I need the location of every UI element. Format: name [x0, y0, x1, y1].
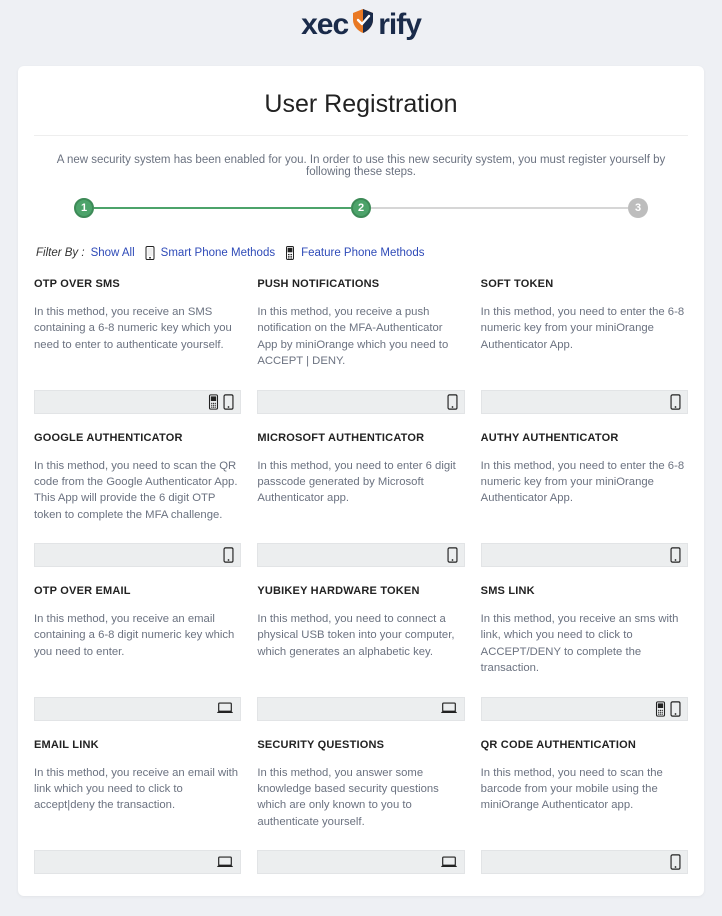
method-icons — [34, 697, 241, 721]
smartphone-icon — [223, 547, 234, 563]
method-desc: In this method, you receive an SMS conta… — [34, 304, 241, 362]
method-desc: In this method, you receive an email con… — [34, 611, 241, 669]
method-authy-authenticator[interactable]: AUTHY AUTHENTICATOR In this method, you … — [481, 432, 688, 524]
method-desc: In this method, you need to scan the QR … — [34, 458, 241, 524]
method-icons — [481, 543, 688, 567]
feature-phone-icon — [285, 246, 295, 260]
logo: xec rify — [301, 8, 421, 42]
filter-bar: Filter By : Show All Smart Phone Methods… — [34, 242, 688, 278]
method-yubikey-hardware-token[interactable]: YUBIKEY HARDWARE TOKEN In this method, y… — [257, 585, 464, 677]
method-title: SOFT TOKEN — [481, 278, 688, 290]
stepbar-1-2 — [94, 207, 351, 209]
instructions-text: A new security system has been enabled f… — [34, 136, 688, 194]
methods-grid: OTP OVER SMS In this method, you receive… — [34, 278, 688, 886]
method-title: AUTHY AUTHENTICATOR — [481, 432, 688, 444]
method-title: OTP OVER EMAIL — [34, 585, 241, 597]
method-soft-token[interactable]: SOFT TOKEN In this method, you need to e… — [481, 278, 688, 370]
logo-text-left: xec — [301, 8, 348, 42]
stepbar-2-3 — [371, 207, 628, 209]
laptop-icon — [216, 856, 234, 869]
method-desc: In this method, you receive an sms with … — [481, 611, 688, 677]
method-email-link[interactable]: EMAIL LINK In this method, you receive a… — [34, 739, 241, 831]
shield-icon — [351, 8, 375, 42]
method-otp-over-sms[interactable]: OTP OVER SMS In this method, you receive… — [34, 278, 241, 370]
registration-panel: User Registration A new security system … — [18, 66, 704, 896]
step-3: 3 — [628, 198, 648, 218]
smartphone-icon — [670, 547, 681, 563]
method-desc: In this method, you receive a push notif… — [257, 304, 464, 370]
method-title: PUSH NOTIFICATIONS — [257, 278, 464, 290]
step-2: 2 — [351, 198, 371, 218]
method-icons — [481, 390, 688, 414]
method-icons — [257, 850, 464, 874]
smartphone-icon — [670, 394, 681, 410]
method-icons — [257, 543, 464, 567]
smartphone-icon — [670, 854, 681, 870]
method-title: YUBIKEY HARDWARE TOKEN — [257, 585, 464, 597]
page-title: User Registration — [34, 90, 688, 136]
logo-area: xec rify — [0, 0, 722, 66]
laptop-icon — [440, 702, 458, 715]
method-icons — [481, 850, 688, 874]
method-title: SECURITY QUESTIONS — [257, 739, 464, 751]
stepper: 1 2 3 — [34, 194, 688, 242]
method-sms-link[interactable]: SMS LINK In this method, you receive an … — [481, 585, 688, 677]
method-title: EMAIL LINK — [34, 739, 241, 751]
method-qr-code-authentication[interactable]: QR CODE AUTHENTICATION In this method, y… — [481, 739, 688, 831]
method-desc: In this method, you receive an email wit… — [34, 765, 241, 823]
step-1: 1 — [74, 198, 94, 218]
filter-smart-phone[interactable]: Smart Phone Methods — [161, 247, 275, 259]
method-desc: In this method, you need to enter 6 digi… — [257, 458, 464, 516]
method-google-authenticator[interactable]: GOOGLE AUTHENTICATOR In this method, you… — [34, 432, 241, 524]
method-desc: In this method, you need to scan the bar… — [481, 765, 688, 823]
filter-feature-phone[interactable]: Feature Phone Methods — [301, 247, 424, 259]
feature-phone-icon — [655, 701, 666, 717]
method-icons — [34, 850, 241, 874]
smartphone-icon — [145, 246, 155, 260]
method-title: OTP OVER SMS — [34, 278, 241, 290]
method-push-notifications[interactable]: PUSH NOTIFICATIONS In this method, you r… — [257, 278, 464, 370]
method-icons — [257, 390, 464, 414]
method-icons — [257, 697, 464, 721]
filter-show-all[interactable]: Show All — [91, 247, 135, 259]
logo-text-right: rify — [378, 8, 421, 42]
smartphone-icon — [223, 394, 234, 410]
method-icons — [34, 543, 241, 567]
method-title: GOOGLE AUTHENTICATOR — [34, 432, 241, 444]
smartphone-icon — [447, 394, 458, 410]
method-title: MICROSOFT AUTHENTICATOR — [257, 432, 464, 444]
method-security-questions[interactable]: SECURITY QUESTIONS In this method, you a… — [257, 739, 464, 831]
method-icons — [34, 390, 241, 414]
method-desc: In this method, you need to connect a ph… — [257, 611, 464, 669]
laptop-icon — [216, 702, 234, 715]
feature-phone-icon — [208, 394, 219, 410]
method-otp-over-email[interactable]: OTP OVER EMAIL In this method, you recei… — [34, 585, 241, 677]
method-desc: In this method, you answer some knowledg… — [257, 765, 464, 831]
smartphone-icon — [670, 701, 681, 717]
method-icons — [481, 697, 688, 721]
method-desc: In this method, you need to enter the 6-… — [481, 458, 688, 516]
method-title: QR CODE AUTHENTICATION — [481, 739, 688, 751]
smartphone-icon — [447, 547, 458, 563]
filter-label: Filter By : — [36, 247, 85, 259]
method-microsoft-authenticator[interactable]: MICROSOFT AUTHENTICATOR In this method, … — [257, 432, 464, 524]
laptop-icon — [440, 856, 458, 869]
method-title: SMS LINK — [481, 585, 688, 597]
method-desc: In this method, you need to enter the 6-… — [481, 304, 688, 362]
